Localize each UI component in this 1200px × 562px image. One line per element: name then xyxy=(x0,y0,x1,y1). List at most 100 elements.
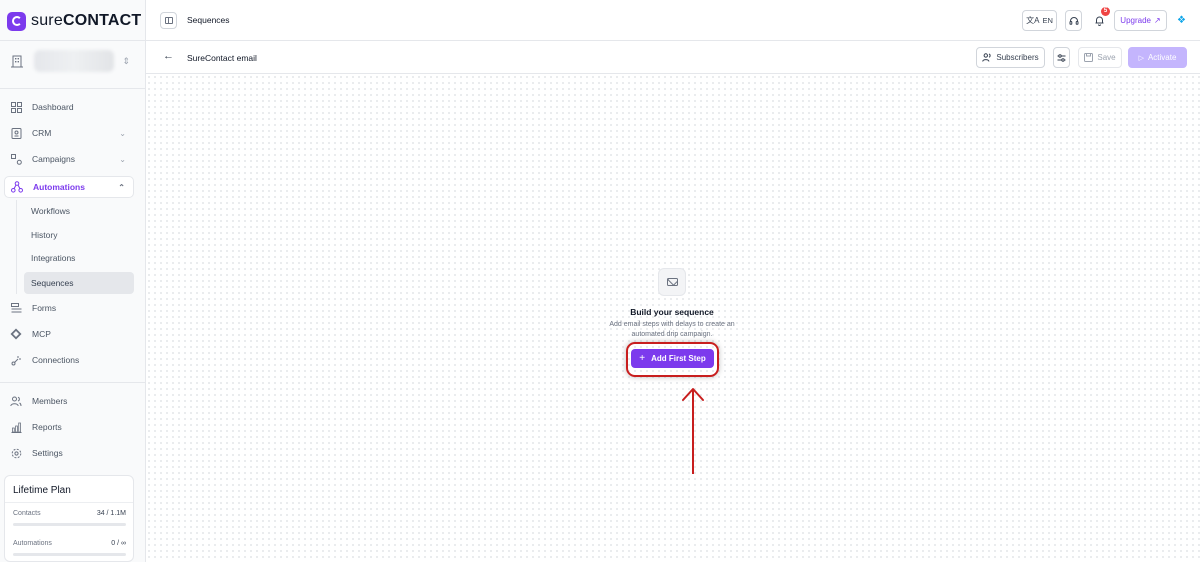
envelope-icon xyxy=(666,278,678,286)
contact-card-icon xyxy=(9,127,23,139)
nav-item-campaigns[interactable]: Campaigns ⌄ xyxy=(4,148,134,170)
language-button[interactable]: 文A EN xyxy=(1022,10,1057,31)
contacts-progress-bar xyxy=(13,523,126,526)
external-arrow-icon: ↗ xyxy=(1153,16,1161,25)
subnav-item-workflows[interactable]: Workflows xyxy=(24,200,134,222)
brand-menu-button[interactable]: ❖ xyxy=(1173,10,1190,31)
page-title: Sequences xyxy=(187,15,230,25)
nav-item-forms[interactable]: Forms xyxy=(4,297,134,319)
nav-item-settings[interactable]: Settings xyxy=(4,442,134,464)
nav-item-dashboard[interactable]: Dashboard xyxy=(4,96,134,118)
nav-label: Forms xyxy=(32,303,57,313)
subnav-item-history[interactable]: History xyxy=(24,224,134,246)
nav-label: Settings xyxy=(32,448,63,458)
chevron-down-icon: ⌄ xyxy=(119,154,126,164)
chevron-down-icon: ⌄ xyxy=(119,128,126,138)
form-icon xyxy=(9,302,23,314)
save-label: Save xyxy=(1097,53,1116,62)
plug-icon xyxy=(9,355,23,366)
save-disk-icon xyxy=(1084,53,1094,62)
automation-nodes-icon xyxy=(10,181,24,193)
nav-label: Automations xyxy=(33,182,85,192)
workspace-name-redacted xyxy=(34,50,114,72)
sidebar-panel-icon xyxy=(164,17,173,24)
nav-label: Members xyxy=(32,396,68,406)
sidebar: sureCONTACT ⇕ Dashboard CRM ⌄ Campaigns … xyxy=(0,0,146,562)
back-arrow-icon[interactable]: ← xyxy=(163,50,174,62)
nav-item-reports[interactable]: Reports xyxy=(4,416,134,438)
plan-usage-card: Lifetime Plan Contacts 34 / 1.1M Automat… xyxy=(4,475,134,562)
empty-state-title: Build your sequence xyxy=(630,307,714,317)
users-icon xyxy=(9,396,23,407)
bell-icon xyxy=(1095,16,1104,26)
sequence-name: SureContact email xyxy=(187,53,257,63)
translate-icon: 文A xyxy=(1026,16,1040,25)
nav-label: CRM xyxy=(32,128,52,138)
top-actions: 文A EN 5 Upgrade ↗ ❖ xyxy=(1022,7,1190,31)
nav-label: Connections xyxy=(32,355,80,365)
sequence-header: ← SureContact email Subscribers Save ▷ A… xyxy=(146,41,1200,74)
save-button[interactable]: Save xyxy=(1078,47,1122,68)
subnav-item-integrations[interactable]: Integrations xyxy=(24,247,134,269)
sidebar-toggle-button[interactable] xyxy=(160,12,177,29)
contacts-value: 34 / 1.1M xyxy=(96,510,126,517)
empty-state-icon-box xyxy=(658,268,686,296)
nav-label: Dashboard xyxy=(32,102,74,112)
settings-sliders-button[interactable] xyxy=(1053,47,1070,68)
sequence-builder-canvas[interactable]: Build your sequence Add email steps with… xyxy=(146,74,1200,562)
activate-label: Activate xyxy=(1147,53,1177,62)
empty-state-description: Add email steps with delays to create an… xyxy=(609,321,735,338)
nav-item-crm[interactable]: CRM ⌄ xyxy=(4,122,134,144)
annotation-arrow xyxy=(682,388,704,474)
grid-icon xyxy=(9,101,23,113)
sliders-icon xyxy=(1057,53,1066,62)
automations-progress-bar xyxy=(13,553,126,556)
plan-title: Lifetime Plan xyxy=(13,485,71,496)
headset-icon xyxy=(1069,16,1078,25)
divider xyxy=(0,88,146,89)
automations-usage-row: Automations 0 / ∞ xyxy=(13,540,126,547)
plus-icon: + xyxy=(639,353,646,364)
add-first-step-label: Add First Step xyxy=(651,354,706,363)
logo-text: sureCONTACT xyxy=(31,12,142,29)
building-icon xyxy=(11,55,23,68)
notifications-button[interactable]: 5 xyxy=(1091,7,1110,31)
upgrade-button[interactable]: Upgrade ↗ xyxy=(1114,10,1167,31)
workspace-switcher[interactable]: ⇕ xyxy=(8,44,136,78)
top-bar: Sequences 文A EN 5 Upgrade ↗ ❖ xyxy=(146,0,1200,41)
app-logo[interactable]: sureCONTACT xyxy=(7,11,141,31)
subnav-item-sequences[interactable]: Sequences xyxy=(24,272,134,294)
contacts-usage-row: Contacts 34 / 1.1M xyxy=(13,510,126,517)
contacts-label: Contacts xyxy=(13,510,41,517)
nav-item-mcp[interactable]: MCP xyxy=(4,323,134,345)
activate-button[interactable]: ▷ Activate xyxy=(1128,47,1187,68)
divider xyxy=(5,502,133,503)
support-button[interactable] xyxy=(1065,10,1082,31)
automations-value: 0 / ∞ xyxy=(111,540,126,547)
bar-chart-icon xyxy=(9,422,23,433)
add-first-step-button[interactable]: + Add First Step xyxy=(631,349,714,368)
chevron-up-icon: ⌃ xyxy=(118,182,125,192)
nav-item-connections[interactable]: Connections xyxy=(4,349,134,371)
chevron-up-down-icon: ⇕ xyxy=(122,55,130,66)
play-icon: ▷ xyxy=(1138,54,1144,62)
campaign-icon xyxy=(9,153,23,165)
subscribers-button[interactable]: Subscribers xyxy=(976,47,1045,68)
divider xyxy=(0,40,146,41)
nav-item-automations[interactable]: Automations ⌃ xyxy=(4,176,134,198)
divider xyxy=(0,382,146,383)
upgrade-label: Upgrade xyxy=(1120,16,1151,25)
surecontact-logo-icon xyxy=(7,11,26,31)
language-code: EN xyxy=(1042,16,1053,25)
notification-count-badge: 5 xyxy=(1101,7,1110,16)
subscribers-label: Subscribers xyxy=(996,53,1039,62)
nav-label: Campaigns xyxy=(32,154,75,164)
users-icon xyxy=(982,53,991,62)
mcp-icon xyxy=(9,328,23,340)
nav-label: Reports xyxy=(32,422,62,432)
brand-sparkle-icon: ❖ xyxy=(1177,15,1186,26)
submenu-guide-line xyxy=(16,200,17,294)
gear-icon xyxy=(9,448,23,459)
nav-label: MCP xyxy=(32,329,51,339)
nav-item-members[interactable]: Members xyxy=(4,390,134,412)
